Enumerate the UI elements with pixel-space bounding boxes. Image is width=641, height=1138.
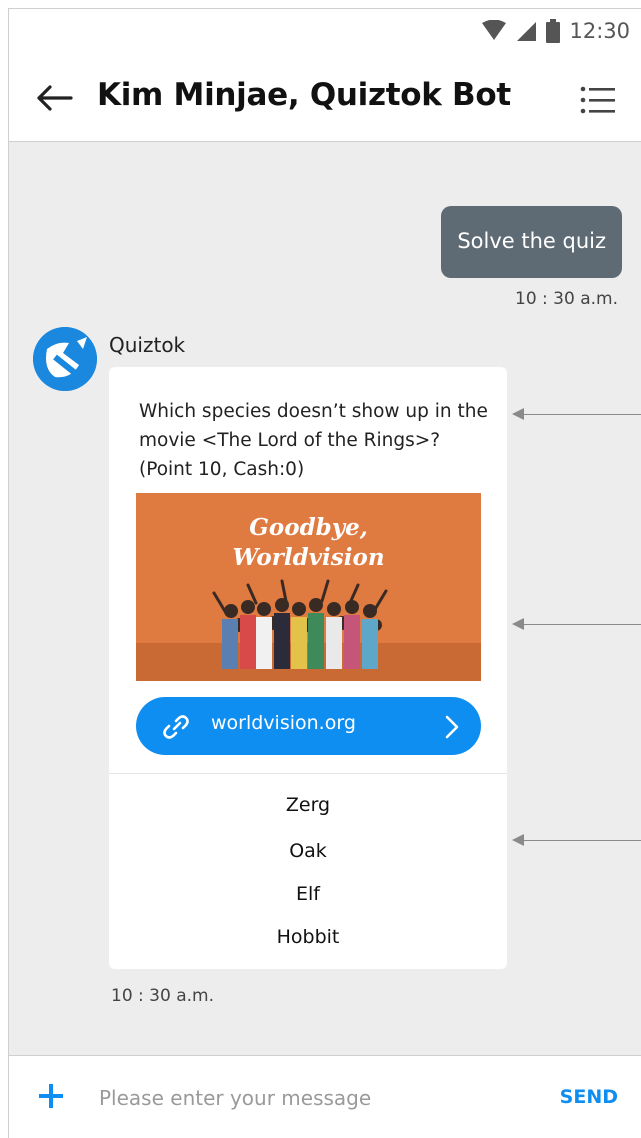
chat-header: Kim Minjae, Quiztok Bot [9, 55, 641, 142]
annotation-arrow-image [512, 618, 641, 630]
chat-area[interactable]: Solve the quiz 10 : 30 a.m. Quiztok Whic… [9, 142, 641, 1055]
annotation-arrow-question [512, 408, 641, 420]
sender-name: Quiztok [109, 333, 186, 357]
bot-avatar[interactable] [33, 327, 97, 391]
send-button[interactable]: SEND [560, 1086, 618, 1108]
wifi-icon [482, 20, 507, 40]
battery-icon [546, 19, 561, 43]
phone-screen: 12:30 Kim Minjae, Quiztok Bot Solve the … [8, 8, 641, 1138]
back-arrow-icon [37, 85, 73, 111]
image-caption: Goodbye, Worldvision [136, 513, 481, 573]
link-url: worldvision.org [211, 712, 356, 734]
status-icons: 12:30 [481, 19, 630, 43]
list-menu-icon [580, 86, 615, 114]
card-divider [109, 773, 507, 774]
quiztok-logo-icon [33, 327, 97, 391]
menu-button[interactable] [578, 80, 618, 120]
outgoing-message[interactable]: Solve the quiz [441, 206, 622, 278]
link-button[interactable]: worldvision.org [136, 697, 481, 755]
message-input[interactable] [97, 1078, 531, 1118]
image-caption-line-1: Goodbye, [249, 514, 368, 541]
status-bar: 12:30 [9, 9, 641, 55]
plus-icon[interactable] [37, 1082, 65, 1110]
quiz-image[interactable]: Goodbye, Worldvision [136, 493, 481, 681]
answer-option-2[interactable]: Oak [109, 833, 507, 869]
link-icon [163, 715, 189, 739]
quiz-question: Which species doesn’t show up in the mov… [139, 401, 488, 480]
message-input-bar: SEND [9, 1055, 641, 1138]
outgoing-timestamp: 10 : 30 a.m. [515, 289, 618, 309]
image-caption-line-2: Worldvision [232, 544, 385, 571]
back-button[interactable] [33, 77, 75, 119]
answer-option-1[interactable]: Zerg [109, 787, 507, 823]
quiz-card: Which species doesn’t show up in the mov… [109, 367, 507, 969]
chevron-right-icon [445, 715, 459, 739]
answer-option-3[interactable]: Elf [109, 876, 507, 912]
signal-icon [517, 22, 537, 41]
answer-option-4[interactable]: Hobbit [109, 919, 507, 955]
incoming-timestamp: 10 : 30 a.m. [111, 986, 214, 1006]
annotation-arrow-options [512, 834, 641, 846]
status-time: 12:30 [569, 19, 630, 43]
chat-title: Kim Minjae, Quiztok Bot [97, 77, 511, 113]
